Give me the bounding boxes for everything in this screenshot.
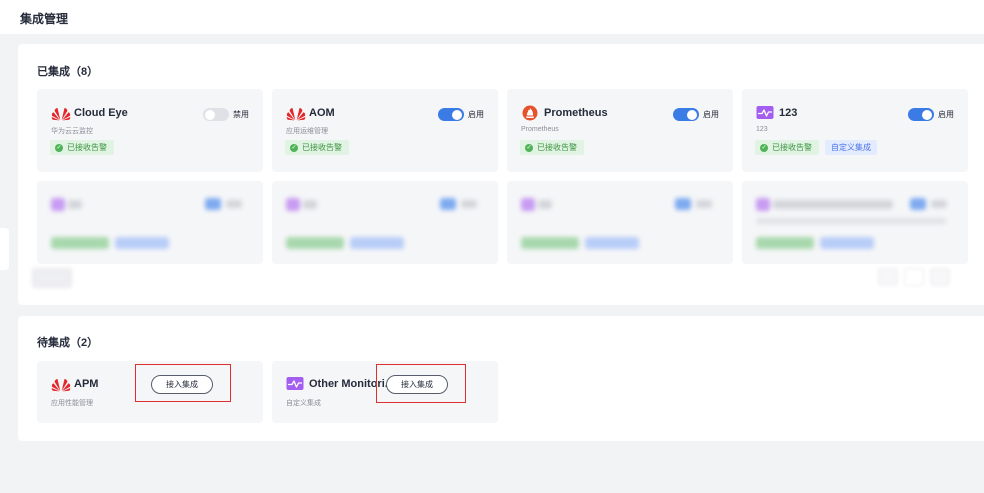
highlight-box <box>376 364 466 403</box>
tag-list: ✓ 已接收告警 <box>285 140 349 155</box>
blurred-toggle <box>205 198 221 210</box>
blurred-toggle-label <box>226 200 242 208</box>
blurred-title <box>303 200 317 209</box>
pending-section-title: 待集成（2） <box>37 337 99 349</box>
integrated-section: 已集成（8） Cloud Eye 禁用 华为云云监控 ✓ 已接收告警 AOM 启… <box>18 44 984 305</box>
integration-card-title: 123 <box>779 107 798 119</box>
pending-card-desc: 应用性能管理 <box>51 400 93 407</box>
integration-card-title: AOM <box>309 107 335 119</box>
check-circle-icon: ✓ <box>525 143 533 152</box>
blurred-toggle-label <box>696 200 712 208</box>
blurred-title <box>68 200 82 209</box>
enable-toggle[interactable] <box>438 108 464 121</box>
blurred-title <box>773 200 893 209</box>
huawei-logo-icon <box>286 108 306 121</box>
enable-toggle-group[interactable]: 启用 <box>908 108 954 121</box>
enable-toggle[interactable] <box>203 108 229 121</box>
pending-card-title: APM <box>74 378 99 390</box>
enable-toggle[interactable] <box>673 108 699 121</box>
integration-card-title: Cloud Eye <box>74 107 128 119</box>
pager-prev-button[interactable] <box>878 268 898 286</box>
integration-card-desc: Prometheus <box>521 126 559 133</box>
custom-integration-tag: 自定义集成 <box>825 140 877 155</box>
integration-card-123[interactable]: 123 启用 123 ✓ 已接收告警 自定义集成 <box>742 89 968 172</box>
page-title: 集成管理 <box>20 12 69 26</box>
huawei-logo-icon <box>51 108 71 121</box>
blurred-tag <box>585 237 639 249</box>
integration-card-title: Prometheus <box>544 107 608 119</box>
blurred-tag <box>115 237 169 249</box>
blurred-card <box>272 181 498 264</box>
custom-monitor-icon <box>756 106 774 119</box>
toggle-label: 启用 <box>703 110 719 119</box>
integration-card-aom[interactable]: AOM 启用 应用运维管理 ✓ 已接收告警 <box>272 89 498 172</box>
custom-monitor-icon <box>286 377 304 390</box>
integration-card-prometheus[interactable]: Prometheus 启用 Prometheus ✓ 已接收告警 <box>507 89 733 172</box>
status-badge: ✓ 已接收告警 <box>285 140 349 155</box>
blurred-tag <box>521 237 579 249</box>
toggle-label: 启用 <box>938 110 954 119</box>
status-badge-label: 已接收告警 <box>772 143 812 152</box>
check-circle-icon: ✓ <box>290 143 298 152</box>
blurred-logo <box>756 198 770 211</box>
toggle-knob <box>205 109 215 120</box>
status-badge: ✓ 已接收告警 <box>50 140 114 155</box>
integration-card-desc: 应用运维管理 <box>286 128 328 135</box>
pending-card-desc: 自定义集成 <box>286 400 321 407</box>
blurred-card <box>507 181 733 264</box>
blurred-logo <box>286 198 300 211</box>
blurred-toggle <box>910 198 926 210</box>
blurred-logo <box>521 198 535 211</box>
prometheus-logo-icon <box>522 105 538 121</box>
blurred-tag <box>756 237 814 249</box>
pager-next-button[interactable] <box>930 268 950 286</box>
pending-section: 待集成（2） APM 应用性能管理 接入集成 Other Monitori...… <box>18 316 984 441</box>
top-header: 集成管理 <box>0 0 984 34</box>
blurred-desc <box>756 218 946 224</box>
status-badge: ✓ 已接收告警 <box>520 140 584 155</box>
toggle-label: 启用 <box>468 110 484 119</box>
blurred-tag <box>350 237 404 249</box>
status-badge: ✓ 已接收告警 <box>755 140 819 155</box>
integration-card-desc: 华为云云监控 <box>51 128 93 135</box>
blurred-toggle <box>675 198 691 210</box>
blurred-toggle <box>440 198 456 210</box>
blurred-tag <box>286 237 344 249</box>
page-size-select[interactable] <box>32 268 72 288</box>
huawei-logo-icon <box>51 379 71 392</box>
status-badge-label: 已接收告警 <box>67 143 107 152</box>
enable-toggle-group[interactable]: 禁用 <box>203 108 249 121</box>
integration-card-desc: 123 <box>756 126 768 133</box>
check-circle-icon: ✓ <box>760 143 768 152</box>
tag-list: ✓ 已接收告警 <box>50 140 114 155</box>
blurred-tag <box>51 237 109 249</box>
enable-toggle-group[interactable]: 启用 <box>673 108 719 121</box>
blurred-toggle-label <box>461 200 477 208</box>
check-circle-icon: ✓ <box>55 143 63 152</box>
tag-list: ✓ 已接收告警 <box>520 140 584 155</box>
highlight-box <box>135 364 231 402</box>
toggle-label: 禁用 <box>233 110 249 119</box>
blurred-title <box>538 200 552 209</box>
enable-toggle-group[interactable]: 启用 <box>438 108 484 121</box>
enable-toggle[interactable] <box>908 108 934 121</box>
pager-page-button[interactable] <box>904 268 924 286</box>
integration-card-cloud-eye[interactable]: Cloud Eye 禁用 华为云云监控 ✓ 已接收告警 <box>37 89 263 172</box>
status-badge-label: 已接收告警 <box>537 143 577 152</box>
integrated-section-title: 已集成（8） <box>37 66 99 78</box>
blurred-tag <box>820 237 874 249</box>
status-badge-label: 已接收告警 <box>302 143 342 152</box>
blurred-logo <box>51 198 65 211</box>
blurred-toggle-label <box>931 200 947 208</box>
tag-list: ✓ 已接收告警 自定义集成 <box>755 140 877 155</box>
side-collapse-tab[interactable] <box>0 228 9 270</box>
toggle-knob <box>922 109 932 120</box>
blurred-card <box>742 181 968 264</box>
toggle-knob <box>452 109 462 120</box>
blurred-card <box>37 181 263 264</box>
toggle-knob <box>687 109 697 120</box>
